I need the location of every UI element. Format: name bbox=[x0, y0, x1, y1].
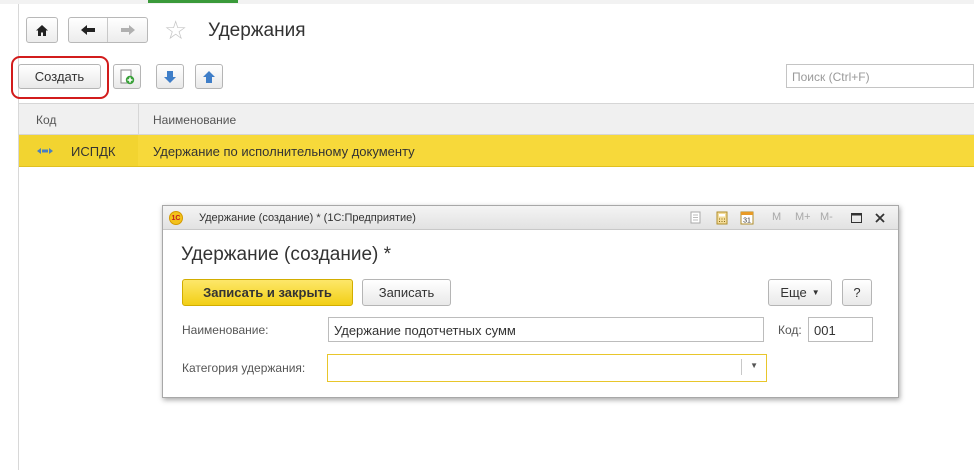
home-icon bbox=[36, 24, 48, 36]
app-logo-icon: 1С bbox=[169, 211, 183, 225]
chevron-down-icon[interactable]: ▼ bbox=[750, 361, 758, 370]
home-button[interactable] bbox=[26, 17, 58, 43]
column-header-name[interactable]: Наименование bbox=[153, 113, 236, 127]
more-menu-button[interactable]: Еще ▼ bbox=[768, 279, 832, 306]
favorite-star-icon[interactable]: ☆ bbox=[164, 17, 187, 43]
help-button[interactable]: ? bbox=[842, 279, 872, 306]
name-field[interactable]: Удержание подотчетных сумм bbox=[328, 317, 764, 342]
svg-text:31: 31 bbox=[743, 218, 751, 225]
chevron-down-icon: ▼ bbox=[811, 288, 820, 297]
create-dialog: 1С Удержание (создание) * (1С:Предприяти… bbox=[162, 205, 899, 398]
dropdown-separator bbox=[741, 359, 742, 375]
memory-m-minus-icon[interactable]: M- bbox=[820, 211, 833, 223]
memory-m-icon[interactable]: M bbox=[772, 211, 781, 223]
column-header-code[interactable]: Код bbox=[36, 113, 56, 127]
close-icon[interactable] bbox=[875, 213, 885, 223]
dialog-heading: Удержание (создание) * bbox=[181, 244, 392, 265]
forward-button[interactable] bbox=[108, 18, 147, 42]
calculator-icon[interactable] bbox=[716, 211, 728, 225]
search-input[interactable]: Поиск (Ctrl+F) bbox=[786, 64, 974, 88]
dialog-window-title: Удержание (создание) * (1С:Предприятие) bbox=[199, 212, 416, 224]
name-field-label: Наименование: bbox=[182, 323, 269, 337]
category-field-label: Категория удержания: bbox=[182, 361, 306, 375]
page-title: Удержания bbox=[208, 20, 306, 41]
column-separator bbox=[138, 104, 139, 136]
save-button[interactable]: Записать bbox=[362, 279, 451, 306]
more-label: Еще bbox=[780, 285, 807, 300]
code-field[interactable]: 001 bbox=[808, 317, 873, 342]
maximize-icon[interactable] bbox=[851, 213, 862, 223]
arrow-left-icon bbox=[81, 25, 95, 35]
active-tab-indicator bbox=[148, 0, 238, 3]
save-and-close-button[interactable]: Записать и закрыть bbox=[182, 279, 353, 306]
add-copy-icon bbox=[120, 69, 135, 84]
history-nav bbox=[68, 17, 148, 43]
document-icon[interactable] bbox=[690, 211, 701, 224]
code-field-label: Код: bbox=[778, 323, 802, 337]
row-code: ИСПДК bbox=[71, 144, 116, 159]
arrow-down-icon bbox=[164, 70, 176, 83]
back-button[interactable] bbox=[69, 18, 108, 42]
highlight-annotation bbox=[11, 56, 109, 99]
table-row[interactable]: ИСПДК Удержание по исполнительному докум… bbox=[19, 135, 974, 167]
arrow-right-icon bbox=[120, 25, 135, 35]
arrow-up-icon bbox=[203, 70, 215, 83]
move-up-button[interactable] bbox=[195, 64, 223, 89]
copy-button[interactable] bbox=[113, 64, 141, 89]
move-down-button[interactable] bbox=[156, 64, 184, 89]
grid-header: Код Наименование bbox=[19, 103, 974, 136]
top-strip bbox=[0, 0, 974, 4]
dialog-titlebar: 1С Удержание (создание) * (1С:Предприяти… bbox=[163, 206, 898, 230]
memory-m-plus-icon[interactable]: M+ bbox=[795, 211, 811, 223]
item-marker-icon bbox=[37, 148, 53, 154]
calendar-icon[interactable]: 31 bbox=[740, 210, 754, 225]
row-name: Удержание по исполнительному документу bbox=[153, 144, 415, 159]
category-select[interactable]: ▼ bbox=[327, 354, 767, 382]
